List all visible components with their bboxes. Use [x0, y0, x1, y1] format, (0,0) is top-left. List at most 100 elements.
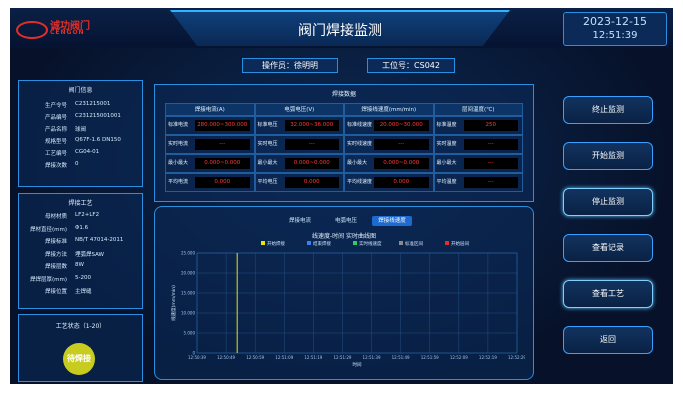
- table-row-label: 最小最大: [347, 160, 368, 166]
- chart-tabs: 焊接电流 电弧电压 焊接线速度: [280, 216, 415, 226]
- table-row-label: 实时电流: [168, 141, 189, 147]
- speed-time-chart: 开始焊接 结束焊接 实时线速度 标准区间 开始层间 25.000 20.000 15.000 1…: [170, 240, 525, 368]
- workstation-label: 工位号：CS042: [382, 61, 440, 70]
- operator-label: 操作员：徐明明: [262, 61, 318, 70]
- table-row-label: 最小最大: [168, 160, 189, 166]
- x-tick-label: 12:51:19: [304, 355, 322, 360]
- x-tick-label: 12:51:59: [421, 355, 439, 360]
- action-button-1[interactable]: 终止监测: [563, 96, 653, 124]
- table-row-label: 平均温度: [436, 179, 457, 185]
- logo-text-en: CENGON: [50, 29, 85, 36]
- info-label: 产品名称: [44, 127, 67, 133]
- action-button-4[interactable]: 查看记录: [563, 234, 653, 262]
- legend-swatch: [261, 241, 265, 245]
- action-button-3[interactable]: 停止监测: [563, 188, 653, 216]
- table-row-label: 平均线速度: [347, 179, 373, 185]
- table-row-value: 0.000: [374, 177, 429, 188]
- info-value: 球阀: [75, 127, 87, 133]
- y-tick-label: 20.000: [181, 271, 195, 276]
- table-row-value: ---: [463, 158, 518, 169]
- y-tick-label: 25.000: [181, 251, 195, 256]
- legend-swatch: [399, 241, 403, 245]
- table-row-label: 实时温度: [436, 141, 457, 147]
- x-tick-label: 12:52:19: [479, 355, 497, 360]
- tab-1[interactable]: 焊接电流: [280, 216, 320, 226]
- x-tick-label: 12:51:39: [363, 355, 381, 360]
- process-label: 焊焊层厚(mm): [29, 276, 67, 283]
- tab-3[interactable]: 焊接线速度: [372, 216, 412, 226]
- product-info-panel: 阀门信息 生产令号 C231215001 产品编号 C231215001001 产品名称…: [18, 80, 143, 187]
- table-row-label: 平均电压: [257, 179, 278, 185]
- info-value: Q67F-1.6 DN150: [75, 137, 121, 143]
- table-row-value: 250: [463, 120, 518, 131]
- operator-badge: 操作员：徐明明: [242, 58, 338, 73]
- legend-swatch: [307, 241, 311, 245]
- legend-label: 开始层间: [451, 240, 469, 247]
- process-label: 焊接位置: [44, 289, 67, 295]
- info-value: CG04-01: [75, 149, 100, 155]
- info-label: 工艺编号: [44, 151, 67, 157]
- table-row-value: 0.000~0.000: [374, 158, 429, 169]
- table-header: 焊接线速度(mm/min): [344, 103, 434, 116]
- x-tick-label: 12:52:09: [450, 355, 468, 360]
- info-label: 产品编号: [44, 115, 67, 121]
- table-row-value: ---: [463, 177, 518, 188]
- datetime-panel: 2023-12-15 12:51:39: [563, 12, 667, 46]
- legend-label: 结束焊接: [313, 240, 331, 247]
- info-label: 生产令号: [44, 103, 67, 109]
- process-value: NB/T 47014-2011: [75, 237, 124, 243]
- table-row-label: 最小最大: [257, 160, 278, 166]
- table-row-value: ---: [374, 139, 429, 150]
- process-title: 焊接工艺: [68, 200, 93, 207]
- process-value: 5-200: [75, 274, 91, 281]
- table-row-label: 标准电压: [257, 122, 278, 128]
- process-label: 焊接方法: [44, 251, 67, 258]
- table-row-value: 20.000~30.000: [374, 120, 429, 131]
- process-label: 焊接标准: [44, 239, 67, 245]
- process-panel: 焊接工艺 母材材质 LF2+LF2 焊材直径(mm) Φ1.6 焊接标准 NB/T 470…: [18, 193, 143, 309]
- chart-panel: 焊接电流 电弧电压 焊接线速度 线速度-时间 实时曲线图 开始焊接 结束焊接 实时线速度…: [154, 206, 534, 380]
- weld-data-table: 焊接电流(A) 电弧电压(V) 焊接线速度(mm/min) 层间温度(℃) 标准电流 28…: [165, 103, 523, 195]
- table-row-label: 实时线速度: [347, 141, 373, 147]
- info-value: C231215001: [75, 101, 111, 107]
- table-header: 层间温度(℃): [433, 103, 523, 116]
- table-row-label: 标准电流: [168, 122, 189, 128]
- table-row-value: 0.000~0.000: [195, 158, 250, 169]
- process-value: LF2+LF2: [75, 212, 100, 218]
- process-value: Φ1.6: [75, 224, 89, 231]
- logo-mark-icon: [16, 21, 48, 39]
- action-button-2[interactable]: 开始监测: [563, 142, 653, 170]
- table-header: 电弧电压(V): [254, 103, 344, 116]
- x-tick-label: 12:50:59: [246, 355, 264, 360]
- table-row-label: 平均电流: [168, 179, 189, 185]
- y-tick-label: 15.000: [181, 291, 195, 296]
- current-date: 2023-12-15: [583, 15, 647, 28]
- x-tick-label: 12:50:49: [217, 355, 235, 360]
- table-row-value: 280.000~300.000: [195, 120, 250, 131]
- table-header: 焊接电流(A): [165, 103, 255, 116]
- weld-data-panel: 焊接数据 焊接电流(A) 电弧电压(V) 焊接线速度(mm/min) 层间温度(℃) 标…: [154, 84, 534, 202]
- x-tick-label: 12:51:09: [275, 355, 293, 360]
- page-title: 阀门焊接监测: [298, 23, 382, 39]
- action-button-6[interactable]: 返回: [563, 326, 653, 354]
- legend-label: 开始焊接: [267, 240, 285, 247]
- action-button-5[interactable]: 查看工艺: [563, 280, 653, 308]
- app-screen: 诚功阀门 CENGON 阀门焊接监测 2023-12-15 12:51:39 操…: [10, 8, 673, 384]
- legend-label: 标准区间: [405, 240, 423, 247]
- legend-swatch: [445, 241, 449, 245]
- plot-area: [196, 252, 518, 354]
- x-axis-label: 时间: [353, 361, 362, 368]
- y-axis-label: 线速度(mm/min): [170, 285, 177, 321]
- y-tick-label: 10.000: [181, 311, 195, 316]
- x-tick-label: 12:50:39: [188, 355, 206, 360]
- weld-data-title: 焊接数据: [331, 91, 356, 98]
- table-row-label: 标准线速度: [347, 122, 373, 128]
- table-row-label: 实时电压: [257, 141, 278, 147]
- process-label: 母材材质: [44, 214, 67, 220]
- tab-2[interactable]: 电弧电压: [326, 216, 366, 226]
- table-row-value: 0.000: [284, 177, 339, 188]
- process-value: 埋弧焊SAW: [75, 251, 104, 258]
- process-value: 8W: [75, 262, 84, 268]
- info-label: 焊接次数: [44, 163, 67, 169]
- info-value: C231215001001: [75, 113, 121, 119]
